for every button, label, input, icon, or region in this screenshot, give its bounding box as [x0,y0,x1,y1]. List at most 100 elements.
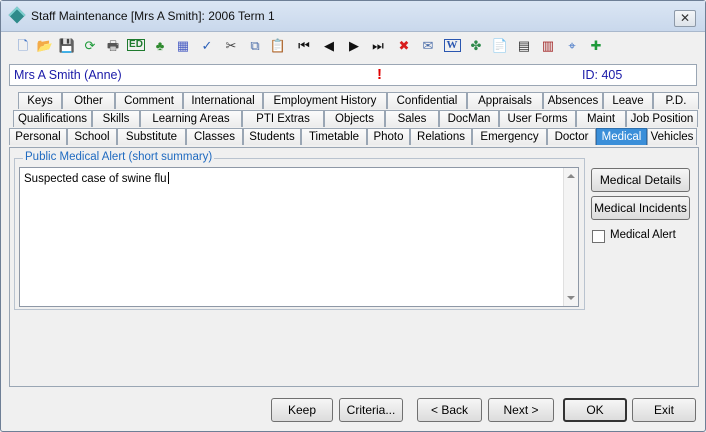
tab-timetable[interactable]: Timetable [301,128,367,145]
tab-p-d[interactable]: P.D. [653,92,699,109]
calculator-icon[interactable]: ▦ [173,35,193,55]
word-icon[interactable]: W [442,35,462,55]
tag-icon[interactable]: ⌖ [562,35,582,55]
report-icon[interactable]: ▥ [538,35,558,55]
grid-icon[interactable]: ✤ [466,35,486,55]
tab-other[interactable]: Other [62,92,115,109]
memo-scrollbar[interactable] [563,168,578,306]
tab-relations[interactable]: Relations [410,128,472,145]
open-folder-icon-glyph: 📂 [36,37,54,53]
add-document-icon[interactable]: ✚ [586,35,606,55]
tab-classes[interactable]: Classes [186,128,243,145]
tab-sales[interactable]: Sales [385,110,439,127]
tab-comment[interactable]: Comment [115,92,183,109]
medical-details-button[interactable]: Medical Details [591,168,690,192]
delete-icon[interactable]: ✖ [394,35,414,55]
edit-icon[interactable]: ED [126,35,146,55]
scroll-up-icon[interactable] [567,174,575,178]
tab-leave[interactable]: Leave [603,92,653,109]
tab-vehicles[interactable]: Vehicles [647,128,697,145]
next-button[interactable]: Next > [488,398,554,422]
tab-medical[interactable]: Medical [596,128,647,145]
tab-international[interactable]: International [183,92,263,109]
tab-learning-areas[interactable]: Learning Areas [140,110,242,127]
new-icon[interactable]: 🗋 [13,35,33,55]
calendar-icon[interactable]: ▤ [514,35,534,55]
staff-name: Mrs A Smith (Anne) [14,68,122,82]
print-icon-glyph: 🖶 [106,37,120,53]
refresh-icon-glyph: ⟳ [84,37,96,53]
email-icon[interactable]: ✉ [418,35,438,55]
back-button[interactable]: < Back [417,398,482,422]
scroll-down-icon[interactable] [567,296,575,300]
tab-doctor[interactable]: Doctor [547,128,596,145]
tab-skills[interactable]: Skills [92,110,140,127]
spellcheck-icon[interactable]: ✓ [197,35,217,55]
tab-job-position[interactable]: Job Position [626,110,698,127]
medical-incidents-button[interactable]: Medical Incidents [591,196,690,220]
first-record-icon-glyph: ⏮ [298,37,310,53]
email-icon-glyph: ✉ [422,37,434,53]
toolbar: 🗋 📂 💾 ⟳ 🖶 ED ♣ ▦ ✓ ✂ ⧉ 📋 ⏮ ◀ ▶ ⏭ ✖ ✉ W ✤ 📄 ▤ ▥ ⌖ ✚ [5,33,701,59]
save-icon-glyph: 💾 [58,37,76,53]
next-record-icon-glyph: ▶ [349,37,359,53]
tree-icon[interactable]: ♣ [150,35,170,55]
tab-appraisals[interactable]: Appraisals [467,92,543,109]
app-icon [8,6,26,24]
calendar-icon-glyph: ▤ [517,37,531,53]
staff-info-bar: Mrs A Smith (Anne) ! ID: 405 [9,64,697,86]
first-record-icon[interactable]: ⏮ [294,35,314,55]
tab-maint[interactable]: Maint [576,110,626,127]
add-document-icon-glyph: ✚ [590,37,602,53]
tab-substitute[interactable]: Substitute [117,128,186,145]
keep-button[interactable]: Keep [271,398,333,422]
save-icon[interactable]: 💾 [57,35,77,55]
tab-emergency[interactable]: Emergency [472,128,547,145]
copy-icon-glyph: ⧉ [250,37,260,53]
spellcheck-icon-glyph: ✓ [201,37,213,53]
paste-icon[interactable]: 📋 [268,35,288,55]
next-record-icon[interactable]: ▶ [344,35,364,55]
tab-photo[interactable]: Photo [367,128,410,145]
tab-school[interactable]: School [67,128,117,145]
ok-button[interactable]: OK [563,398,627,422]
last-record-icon[interactable]: ⏭ [368,35,388,55]
medical-alert-checkbox-label[interactable]: Medical Alert [610,229,676,241]
cut-icon[interactable]: ✂ [221,35,241,55]
tab-user-forms[interactable]: User Forms [499,110,576,127]
tab-confidential[interactable]: Confidential [387,92,467,109]
alert-indicator-icon: ! [377,66,382,83]
tag-icon-glyph: ⌖ [568,37,576,53]
tab-qualifications[interactable]: Qualifications [13,110,92,127]
tab-objects[interactable]: Objects [324,110,385,127]
tab-keys[interactable]: Keys [18,92,62,109]
cut-icon-glyph: ✂ [225,37,237,53]
previous-record-icon[interactable]: ◀ [319,35,339,55]
word-icon-glyph: W [443,38,461,52]
tab-absences[interactable]: Absences [543,92,603,109]
previous-record-icon-glyph: ◀ [324,37,334,53]
clipboard-icon[interactable]: 📄 [490,35,510,55]
paste-icon-glyph: 📋 [269,37,287,53]
copy-icon[interactable]: ⧉ [245,35,265,55]
medical-alert-memo[interactable]: Suspected case of swine flu [19,167,579,307]
criteria-button[interactable]: Criteria... [339,398,403,422]
edit-icon-glyph: ED [127,39,145,51]
tab-personal[interactable]: Personal [9,128,67,145]
print-icon[interactable]: 🖶 [103,35,123,55]
tab-docman[interactable]: DocMan [439,110,499,127]
tab-students[interactable]: Students [243,128,301,145]
medical-alert-checkbox[interactable] [592,230,605,243]
open-folder-icon[interactable]: 📂 [35,35,55,55]
window-title: Staff Maintenance [Mrs A Smith]: 2006 Te… [31,9,275,23]
clipboard-icon-glyph: 📄 [491,37,509,53]
grid-icon-glyph: ✤ [470,37,482,53]
refresh-icon[interactable]: ⟳ [80,35,100,55]
exit-button[interactable]: Exit [632,398,696,422]
new-icon-glyph: 🗋 [17,37,29,53]
delete-icon-glyph: ✖ [398,37,410,53]
tab-employment-history[interactable]: Employment History [263,92,387,109]
medical-alert-text[interactable]: Suspected case of swine flu [24,172,169,185]
tab-pti-extras[interactable]: PTI Extras [242,110,324,127]
close-button[interactable]: ✕ [674,10,696,27]
